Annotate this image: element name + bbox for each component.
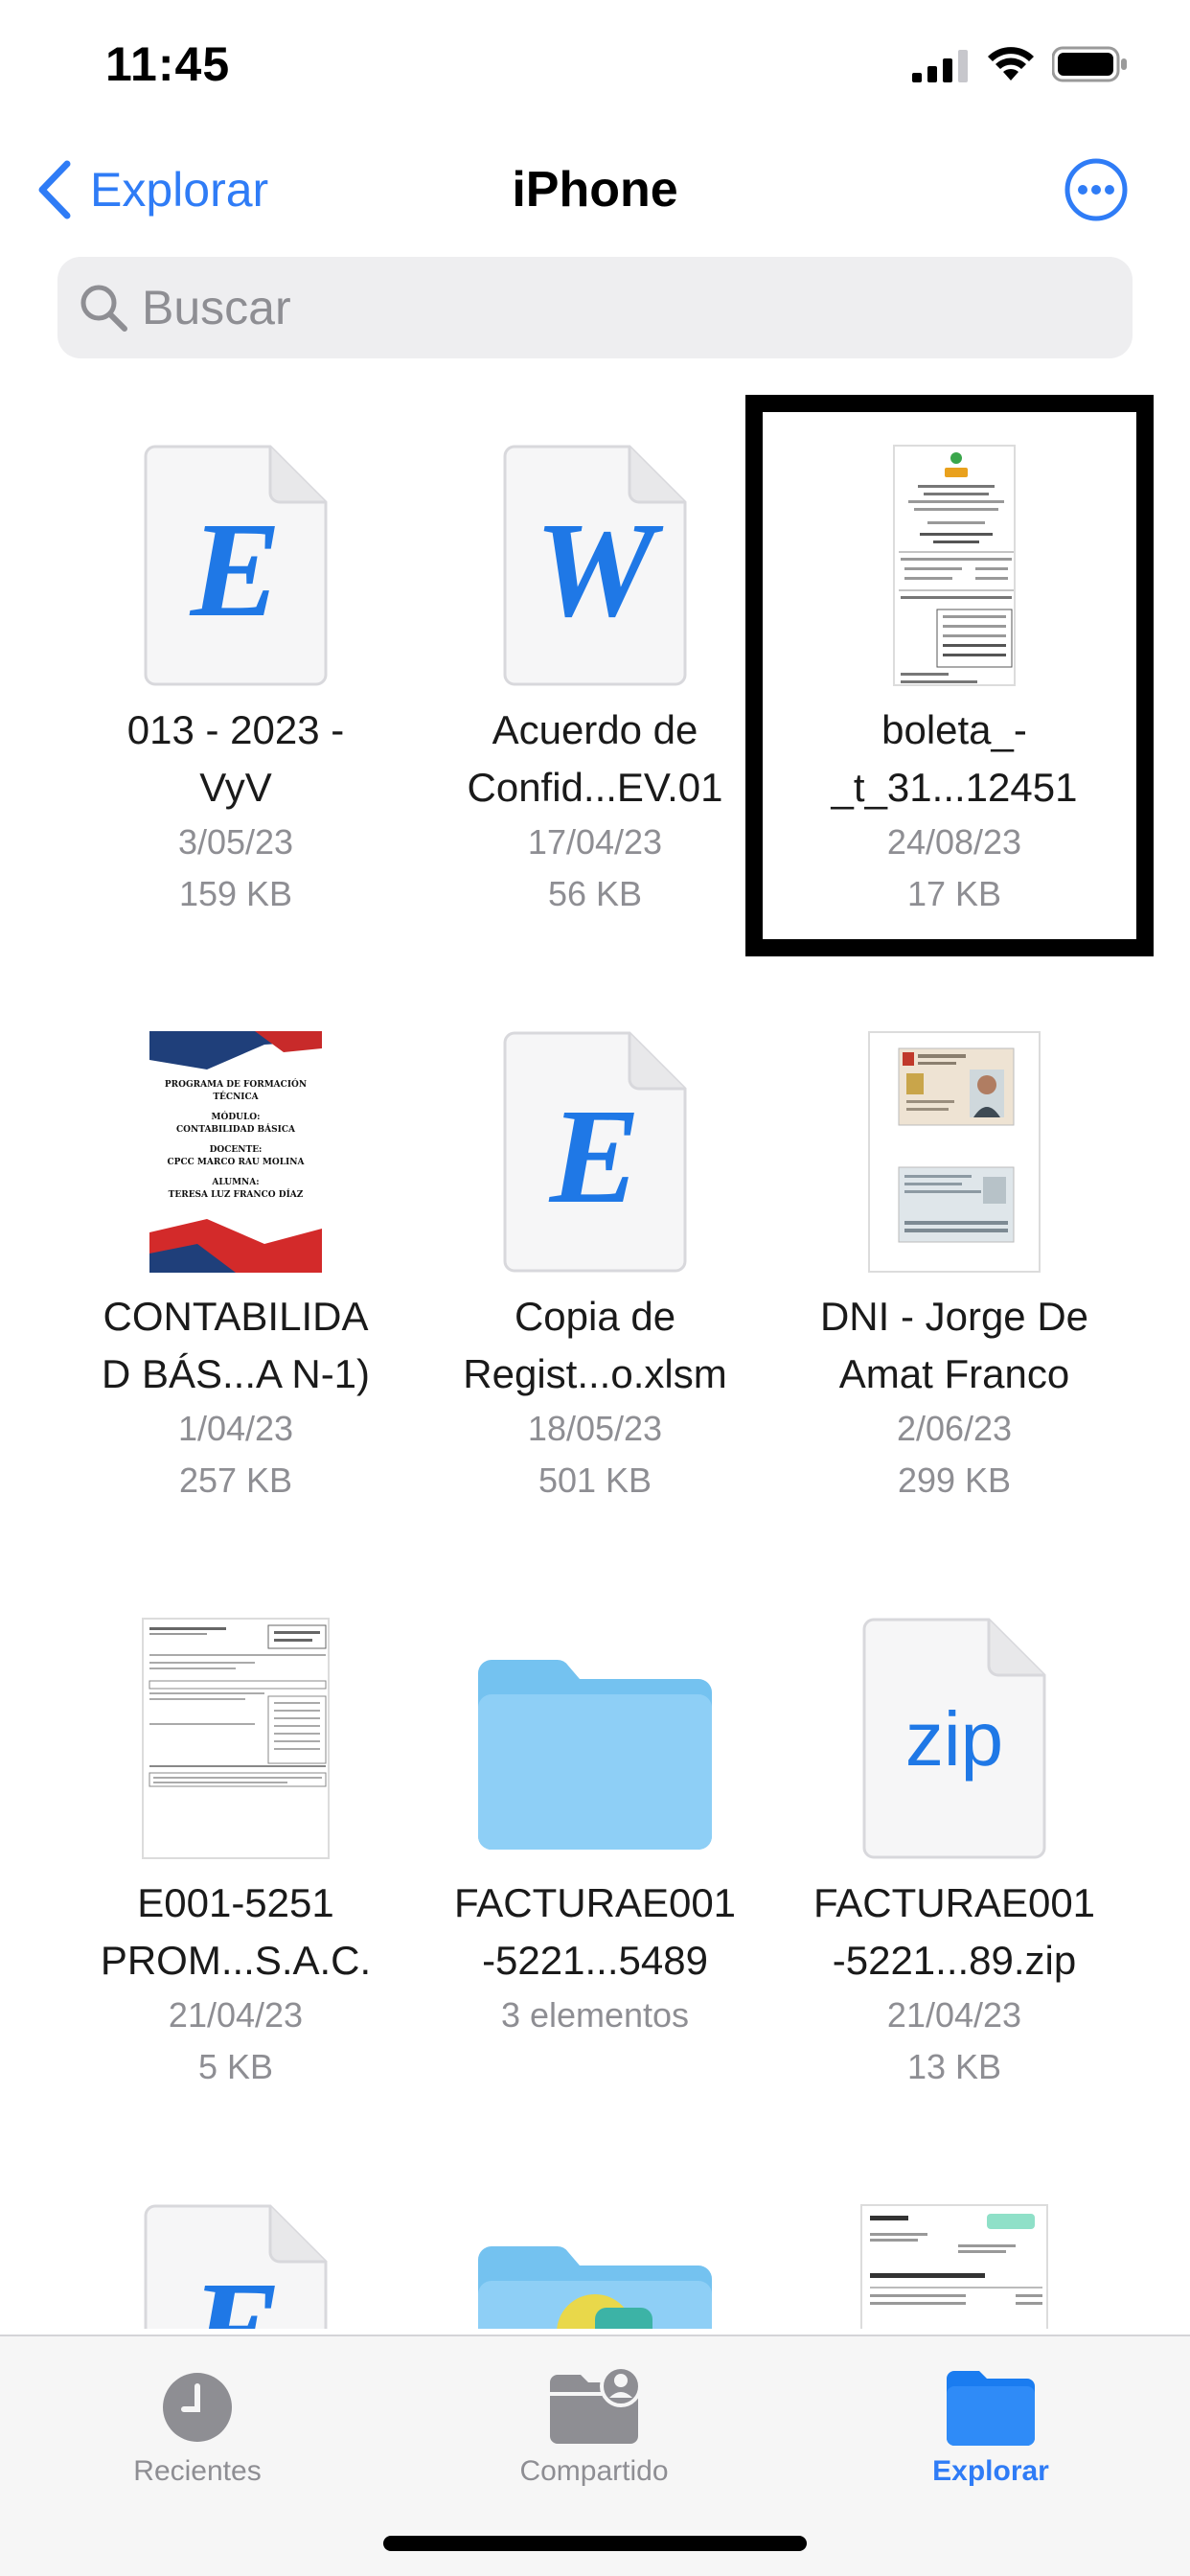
folder-icon [478, 2245, 712, 2329]
file-name: 013 - 2023 - VyV [126, 707, 345, 810]
battery-icon [1052, 46, 1127, 82]
clock-icon [163, 2373, 232, 2442]
tab-label: Explorar [932, 2455, 1049, 2487]
excel-doc-icon: E [503, 1031, 687, 1273]
folder-item-count: 3 elementos [500, 1995, 690, 2035]
search-input[interactable] [142, 280, 1062, 335]
file-size: 159 KB [178, 874, 293, 913]
status-bar: 11:45 [0, 0, 1190, 134]
excel-doc-icon: E [144, 445, 328, 686]
file-name: CONTABILIDA D BÁS...A N-1) [101, 1294, 371, 1396]
folder-name: FACTURAE001 -5221...5489 [453, 1880, 737, 1983]
cellular-signal-icon [912, 50, 968, 82]
file-size: 17 KB [906, 874, 1002, 913]
home-indicator[interactable] [383, 2536, 807, 2551]
folder-icon [478, 1659, 712, 1850]
file-item[interactable]: E 013 - 2023 - VyV 3/05/23 159 KB [44, 383, 427, 939]
file-size: 501 KB [538, 1460, 652, 1500]
tab-label: Compartido [519, 2455, 669, 2487]
tab-compartido[interactable]: Compartido [469, 2356, 719, 2499]
chevron-left-icon [38, 160, 71, 219]
excel-doc-icon: E [144, 2204, 328, 2329]
file-grid: E 013 - 2023 - VyV 3/05/23 159 KB W Acuer… [0, 383, 1190, 2329]
file-date: 1/04/23 [177, 1409, 294, 1448]
search-bar[interactable] [57, 257, 1133, 358]
file-name: DNI - Jorge De Amat Franco [819, 1294, 1089, 1396]
more-options-icon[interactable] [1064, 157, 1129, 222]
file-date: 2/06/23 [896, 1409, 1013, 1448]
file-name: FACTURAE001 -5221...89.zip [812, 1880, 1096, 1983]
file-item-selected[interactable]: boleta_- _t_31...12451 24/08/23 17 KB [763, 383, 1146, 939]
tab-label: Recientes [133, 2455, 262, 2487]
file-date: 3/05/23 [177, 822, 294, 862]
file-name: boleta_- _t_31...12451 [831, 707, 1078, 810]
folder-icon [947, 2371, 1035, 2446]
file-item[interactable]: zip FACTURAE001 -5221...89.zip 21/04/23 1… [763, 1556, 1146, 2112]
search-icon [80, 285, 127, 332]
zip-doc-icon: zip [862, 1618, 1046, 1859]
status-time: 11:45 [105, 37, 231, 91]
file-size: 56 KB [547, 874, 643, 913]
file-size: 5 KB [197, 2047, 274, 2086]
navigation-bar: Explorar iPhone [0, 144, 1190, 240]
file-date: 21/04/23 [168, 1995, 304, 2035]
file-date: 24/08/23 [886, 822, 1022, 862]
file-date: 17/04/23 [527, 822, 663, 862]
invoice-thumbnail [142, 1618, 330, 1859]
folder-item[interactable]: FACTURAE001 -5221...5489 3 elementos [403, 1556, 787, 2112]
file-item[interactable]: E [44, 2143, 427, 2329]
file-size: 257 KB [178, 1460, 293, 1500]
back-label: Explorar [90, 163, 269, 217]
receipt-thumbnail [860, 2204, 1048, 2329]
file-item[interactable]: DNI - Jorge De Amat Franco 2/06/23 299 KB [763, 970, 1146, 1526]
shared-folder-icon [550, 2365, 642, 2444]
tab-explorar[interactable]: Explorar [866, 2356, 1115, 2499]
file-name: Copia de Regist...o.xlsm [463, 1294, 727, 1396]
folder-item[interactable] [403, 2143, 787, 2329]
file-date: 18/05/23 [527, 1409, 663, 1448]
receipt-thumbnail [893, 445, 1016, 686]
file-date: 21/04/23 [886, 1995, 1022, 2035]
id-card-thumbnail [868, 1031, 1041, 1273]
file-name: E001-5251 PROM...S.A.C. [100, 1880, 372, 1983]
tab-recientes[interactable]: Recientes [73, 2356, 322, 2499]
file-size: 13 KB [906, 2047, 1002, 2086]
file-name: Acuerdo de Confid...EV.01 [467, 707, 723, 810]
file-item[interactable]: E Copia de Regist...o.xlsm 18/05/23 501 K… [403, 970, 787, 1526]
file-size: 299 KB [897, 1460, 1012, 1500]
back-button[interactable]: Explorar [34, 153, 268, 226]
file-item[interactable]: PROGRAMA DE FORMACIÓN TÉCNICA MÓDULO: CO… [44, 970, 427, 1526]
pdf-cover-thumbnail: PROGRAMA DE FORMACIÓN TÉCNICA MÓDULO: CO… [149, 1031, 322, 1273]
word-doc-icon: W [503, 445, 687, 686]
file-item[interactable]: E001-5251 PROM...S.A.C. 21/04/23 5 KB [44, 1556, 427, 2112]
file-item[interactable] [763, 2143, 1146, 2329]
wifi-icon [988, 47, 1034, 80]
file-item[interactable]: W Acuerdo de Confid...EV.01 17/04/23 56 K… [403, 383, 787, 939]
